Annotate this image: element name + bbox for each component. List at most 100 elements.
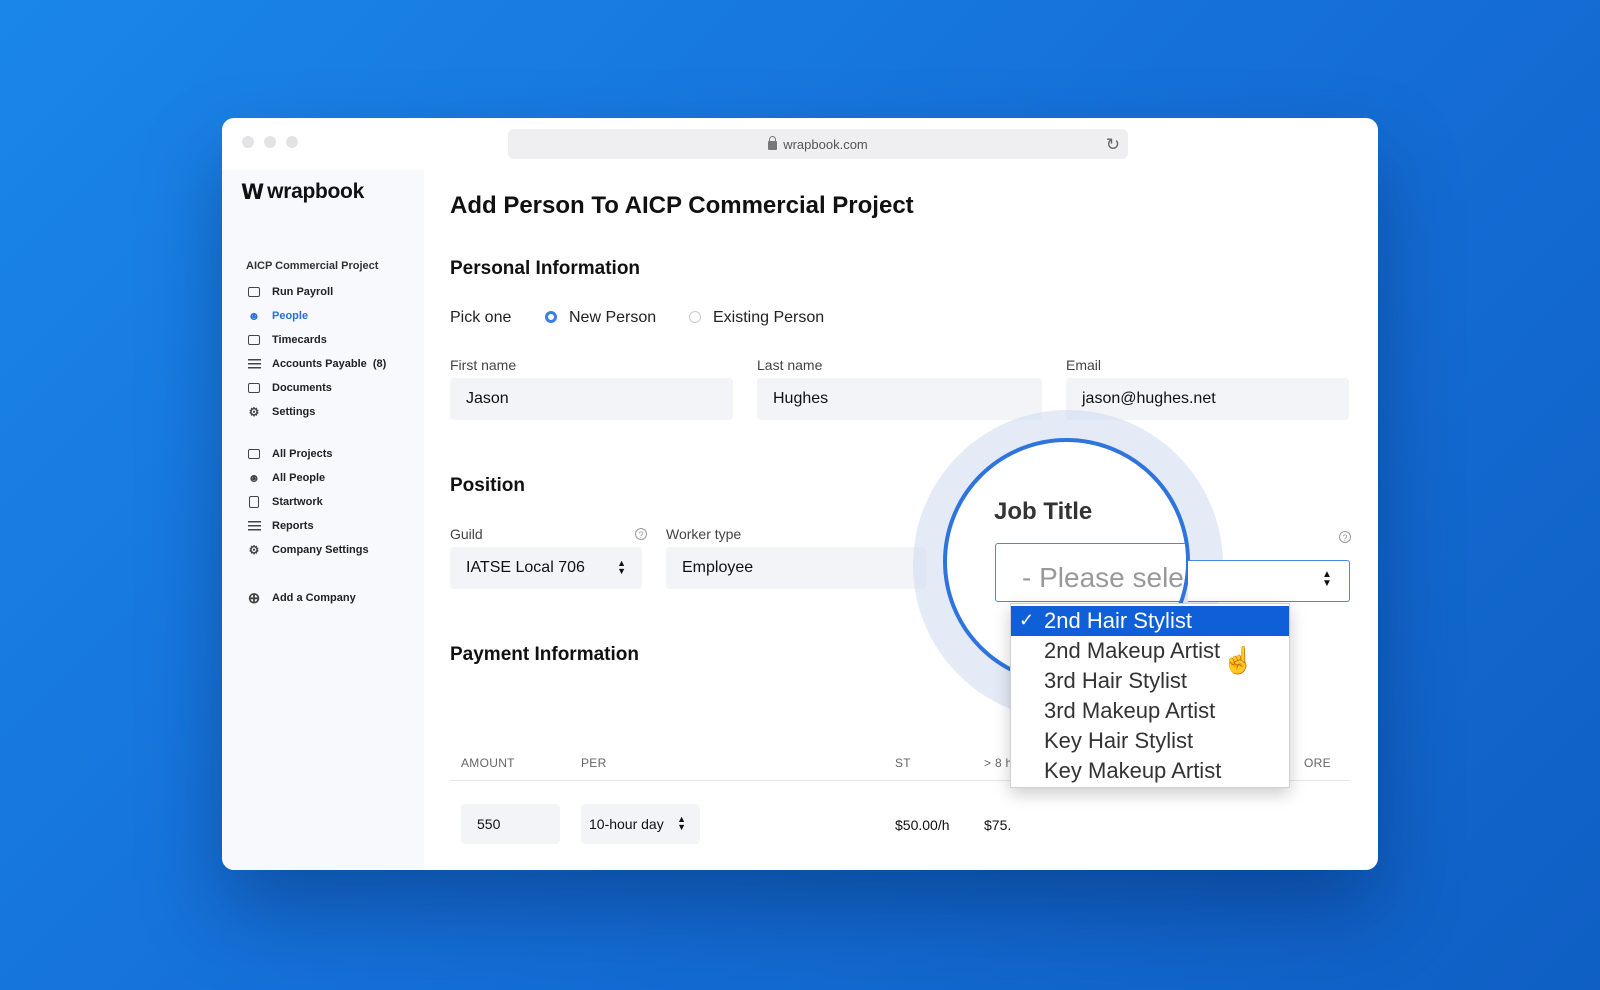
url-text: wrapbook.com — [783, 136, 868, 152]
sidebar-item-label: People — [272, 310, 309, 322]
list-icon — [246, 356, 262, 372]
first-name-label: First name — [450, 357, 517, 373]
sidebar-item-settings[interactable]: ⚙ Settings — [246, 400, 386, 424]
help-icon[interactable]: ? — [1339, 531, 1351, 543]
dropdown-option[interactable]: 3rd Makeup Artist — [1011, 696, 1289, 726]
projects-icon — [246, 446, 262, 462]
ot-rate: $75. — [984, 817, 1012, 833]
select-arrows-icon: ▲ ▼ — [1322, 569, 1332, 589]
job-title-label: Job Title — [994, 498, 1093, 525]
sidebar-item-timecards[interactable]: Timecards — [246, 328, 386, 352]
sidebar-item-label: Documents — [272, 382, 332, 394]
page-title: Add Person To AICP Commercial Project — [450, 192, 914, 219]
folder-icon — [246, 380, 262, 396]
first-name-field[interactable]: Jason — [450, 378, 733, 420]
dropdown-option[interactable]: ✓ 2nd Hair Stylist — [1011, 606, 1289, 636]
sidebar-item-all-people[interactable]: ☻ All People — [246, 466, 369, 490]
column-header-more: ORE — [1304, 756, 1331, 770]
people-icon: ☻ — [247, 471, 261, 485]
wrapbook-logo-icon: W — [241, 180, 264, 204]
sidebar-item-reports[interactable]: Reports — [246, 514, 369, 538]
last-name-value: Hughes — [773, 390, 829, 407]
sidebar-item-accounts-payable[interactable]: Accounts Payable (8) — [246, 352, 386, 376]
last-name-field[interactable]: Hughes — [757, 378, 1042, 420]
dropdown-option[interactable]: Key Makeup Artist — [1011, 756, 1289, 786]
pick-one-label: Pick one — [450, 309, 512, 326]
logo[interactable]: W wrapbook — [241, 180, 364, 204]
sidebar-item-documents[interactable]: Documents — [246, 376, 386, 400]
per-value: 10-hour day — [589, 816, 664, 832]
job-title-dropdown[interactable]: ✓ 2nd Hair Stylist 2nd Makeup Artist 3rd … — [1010, 603, 1290, 788]
guild-label: Guild — [450, 526, 483, 542]
sidebar-item-label: Timecards — [272, 334, 327, 346]
people-icon: ☻ — [247, 309, 261, 323]
zoom-dot[interactable] — [286, 136, 298, 148]
email-label: Email — [1066, 357, 1102, 373]
option-label: 3rd Makeup Artist — [1044, 698, 1216, 723]
logo-text: wrapbook — [267, 180, 364, 203]
sidebar-item-startwork[interactable]: Startwork — [246, 490, 369, 514]
sidebar-item-label: All Projects — [272, 448, 333, 460]
help-icon[interactable]: ? — [635, 528, 647, 540]
option-label: 2nd Hair Stylist — [1044, 608, 1192, 633]
worker-type-label: Worker type — [666, 526, 742, 542]
project-nav: Run Payroll ☻ People Timecards Accounts P… — [246, 280, 386, 424]
worker-type-value: Employee — [682, 559, 754, 576]
guild-value: IATSE Local 706 — [466, 559, 585, 576]
per-select[interactable]: 10-hour day ▲ ▼ — [581, 804, 700, 844]
gear-icon: ⚙ — [248, 405, 260, 419]
payment-info-heading: Payment Information — [450, 644, 639, 665]
column-header-per: PER — [581, 756, 607, 770]
job-title-placeholder: - Please sele — [1022, 562, 1184, 593]
select-arrows-icon: ▲ ▼ — [677, 814, 686, 832]
minimize-dot[interactable] — [264, 136, 276, 148]
sidebar-item-run-payroll[interactable]: Run Payroll — [246, 280, 386, 304]
address-bar[interactable]: wrapbook.com ↻ — [508, 129, 1128, 159]
option-label: Key Makeup Artist — [1044, 758, 1222, 783]
add-company-button[interactable]: ⊕ Add a Company — [246, 586, 356, 610]
document-icon — [246, 494, 262, 510]
window-controls — [242, 136, 298, 148]
position-heading: Position — [450, 475, 525, 496]
sidebar-item-company-settings[interactable]: ⚙ Company Settings — [246, 538, 369, 562]
project-name: AICP Commercial Project — [246, 260, 379, 272]
sidebar-item-label: Settings — [272, 406, 316, 418]
hand-cursor-icon: ☝ — [1222, 645, 1255, 675]
select-arrows-icon: ▲ ▼ — [617, 558, 626, 576]
reload-icon[interactable]: ↻ — [1106, 135, 1120, 155]
close-dot[interactable] — [242, 136, 254, 148]
checkmark-icon: ✓ — [1019, 610, 1035, 630]
email-value: jason@hughes.net — [1082, 390, 1216, 407]
existing-person-label[interactable]: Existing Person — [713, 309, 824, 327]
lock-icon — [768, 135, 778, 150]
add-company-nav: ⊕ Add a Company — [246, 586, 356, 610]
company-nav: All Projects ☻ All People Startwork Repor… — [246, 442, 369, 562]
sidebar-item-label: Accounts Payable (8) — [272, 358, 387, 370]
amount-input[interactable]: 550 — [461, 804, 560, 844]
existing-person-radio[interactable] — [689, 311, 701, 323]
last-name-label: Last name — [757, 357, 823, 373]
dropdown-option[interactable]: Key Hair Stylist — [1011, 726, 1289, 756]
column-header-ot: > 8 h — [984, 756, 1013, 770]
option-label: Key Hair Stylist — [1044, 728, 1194, 753]
guild-select[interactable]: IATSE Local 706 ▲ ▼ — [450, 547, 642, 589]
add-company-label: Add a Company — [272, 592, 356, 604]
new-person-radio[interactable] — [545, 311, 557, 323]
first-name-value: Jason — [466, 390, 509, 407]
sidebar: W wrapbook AICP Commercial Project Run P… — [222, 170, 424, 870]
gear-icon: ⚙ — [248, 543, 260, 557]
reports-icon — [246, 518, 262, 534]
sidebar-item-label: All People — [272, 472, 326, 484]
sidebar-item-people[interactable]: ☻ People — [246, 304, 386, 328]
card-icon — [246, 284, 262, 300]
sidebar-item-all-projects[interactable]: All Projects — [246, 442, 369, 466]
personal-info-heading: Personal Information — [450, 258, 641, 279]
sidebar-item-label: Company Settings — [272, 544, 369, 556]
st-rate: $50.00/h — [895, 817, 950, 833]
option-label: 2nd Makeup Artist — [1044, 638, 1221, 663]
sidebar-item-label: Reports — [272, 520, 314, 532]
worker-type-select[interactable]: Employee — [666, 547, 926, 589]
new-person-label[interactable]: New Person — [569, 309, 656, 327]
email-field[interactable]: jason@hughes.net — [1066, 378, 1349, 420]
column-header-amount: AMOUNT — [461, 756, 515, 770]
